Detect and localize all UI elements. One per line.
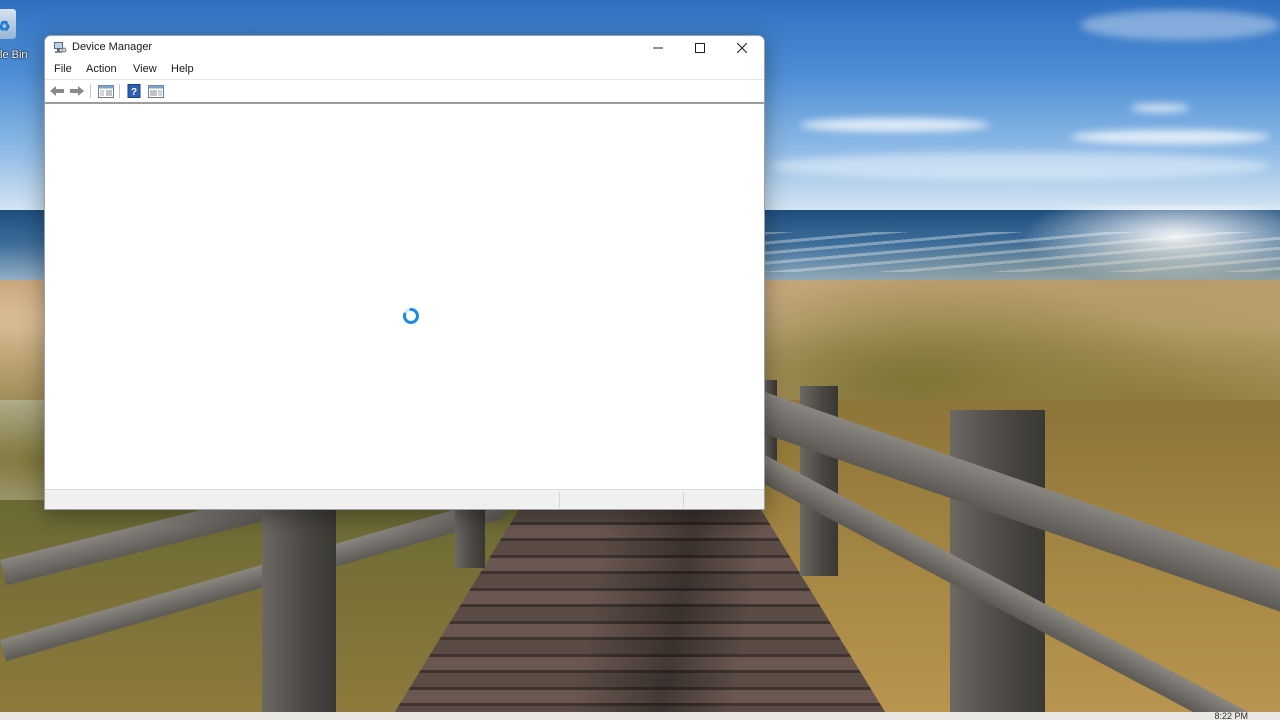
cloud bbox=[1070, 130, 1270, 144]
back-button[interactable] bbox=[48, 83, 66, 99]
console-tree-icon bbox=[148, 84, 164, 98]
minimize-icon bbox=[653, 47, 663, 49]
wallpaper-walkway-shadow bbox=[500, 508, 820, 720]
forward-arrow-icon bbox=[70, 86, 84, 96]
cloud bbox=[800, 118, 990, 132]
device-tree-pane[interactable] bbox=[46, 104, 763, 489]
menu-view[interactable]: View bbox=[130, 62, 160, 76]
recycle-symbol-icon: ♻ bbox=[0, 18, 11, 34]
fence-post bbox=[262, 508, 336, 720]
toolbar-separator bbox=[90, 84, 91, 98]
help-button[interactable]: ? bbox=[125, 83, 143, 99]
menu-help[interactable]: Help bbox=[168, 62, 197, 76]
cloud bbox=[1130, 104, 1190, 112]
desktop-icon-recycle-bin[interactable]: ♻ le Bin bbox=[0, 5, 36, 61]
fence-post bbox=[455, 508, 485, 568]
cloud bbox=[770, 152, 1270, 180]
maximize-button[interactable] bbox=[679, 36, 721, 60]
status-bar-divider bbox=[559, 492, 560, 508]
back-arrow-icon bbox=[50, 86, 64, 96]
show-hide-console-tree-button[interactable] bbox=[97, 83, 115, 99]
maximize-icon bbox=[695, 43, 705, 53]
toolbar-separator bbox=[119, 84, 120, 98]
toolbar: ? bbox=[45, 79, 764, 104]
window-title: Device Manager bbox=[72, 41, 153, 53]
taskbar-clock[interactable]: 8:22 PM bbox=[1214, 712, 1248, 720]
desktop-icon-label: le Bin bbox=[0, 49, 28, 61]
taskbar bbox=[0, 712, 1280, 720]
loading-spinner-icon bbox=[403, 308, 419, 324]
status-bar-divider bbox=[683, 492, 684, 508]
minimize-button[interactable] bbox=[637, 36, 679, 60]
menu-file[interactable]: File bbox=[51, 62, 75, 76]
device-manager-app-icon bbox=[53, 41, 67, 54]
help-icon: ? bbox=[127, 84, 141, 98]
menu-bar: File Action View Help bbox=[45, 60, 764, 78]
title-bar[interactable]: Device Manager bbox=[45, 36, 764, 60]
forward-button[interactable] bbox=[68, 83, 86, 99]
close-button[interactable] bbox=[721, 36, 763, 60]
status-bar bbox=[45, 489, 764, 509]
properties-icon bbox=[98, 84, 114, 98]
close-icon bbox=[737, 43, 747, 53]
cloud bbox=[1080, 10, 1280, 40]
menu-action[interactable]: Action bbox=[83, 62, 120, 76]
action-pane-button[interactable] bbox=[147, 83, 165, 99]
device-manager-window: Device Manager File Action View Help ? bbox=[44, 35, 765, 510]
svg-text:?: ? bbox=[131, 87, 137, 98]
